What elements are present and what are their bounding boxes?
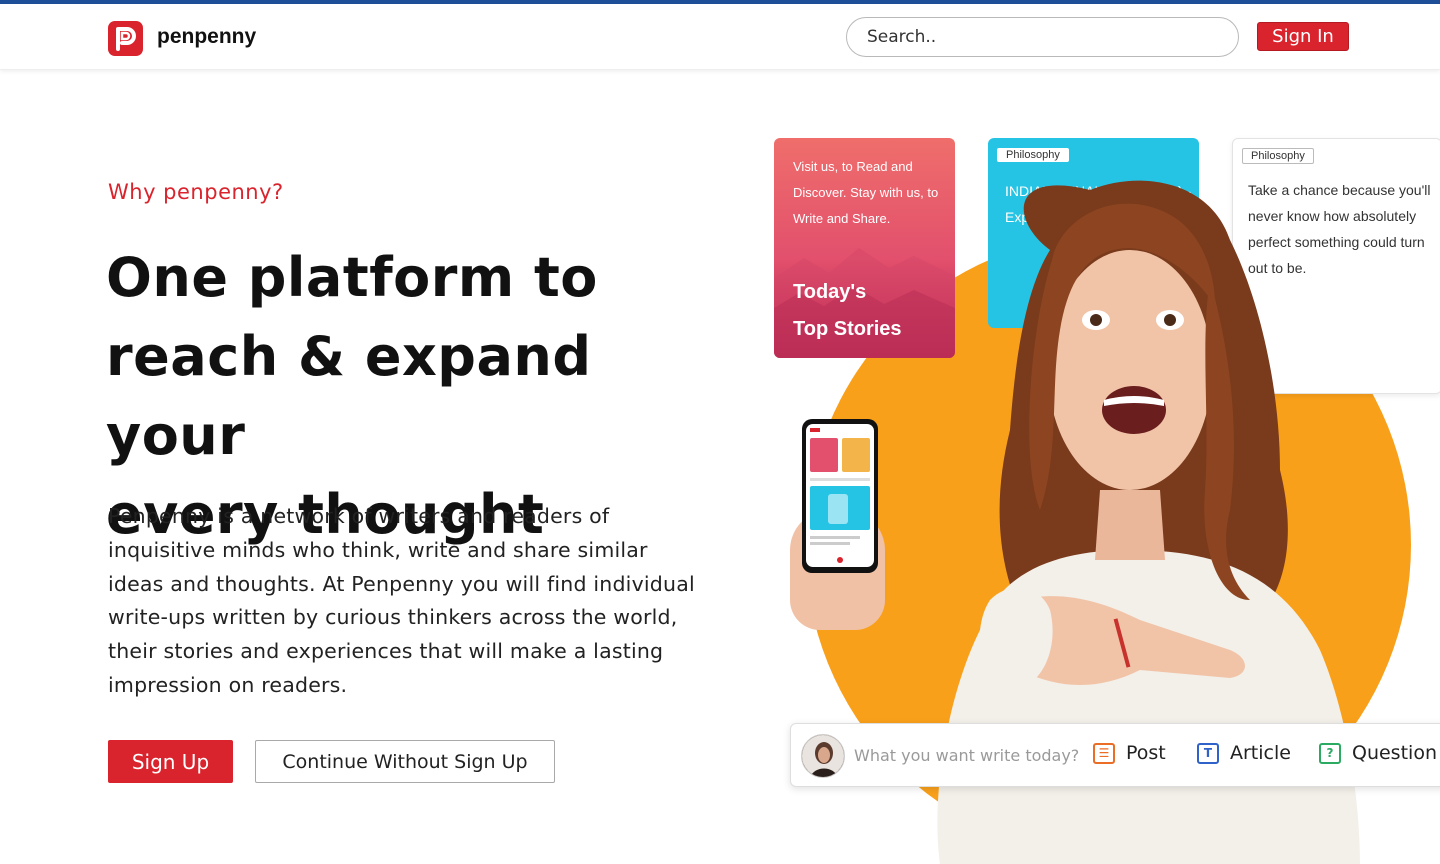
post-icon: ☰ [1093,742,1115,764]
brand-name[interactable]: penpenny [157,25,256,49]
question-icon: ? [1319,742,1341,764]
headline-line: reach & expand your [106,325,592,467]
sign-up-button[interactable]: Sign Up [108,740,233,783]
question-option[interactable]: ? Question [1319,742,1437,764]
phone-screen [806,424,874,567]
sign-in-button[interactable]: Sign In [1257,22,1349,51]
hero-description: Penpenny is a network of writers and rea… [108,504,695,697]
search-input[interactable] [846,17,1239,57]
article-icon: T [1197,742,1219,764]
section-eyebrow: Why penpenny? [108,180,284,204]
question-label: Question [1352,742,1437,764]
penpenny-logo-icon[interactable] [108,21,143,56]
site-header: penpenny Sign In [0,4,1440,70]
article-label: Article [1230,742,1291,764]
phone-mockup [802,419,878,573]
post-option[interactable]: ☰ Post [1093,742,1166,764]
post-label: Post [1126,742,1166,764]
post-composer[interactable]: What you want write today? ☰ Post T Arti… [790,723,1440,787]
article-option[interactable]: T Article [1197,742,1291,764]
composer-placeholder[interactable]: What you want write today? [854,746,1079,765]
user-avatar [801,734,845,778]
continue-without-signup-button[interactable]: Continue Without Sign Up [255,740,555,783]
headline-line: One platform to [106,246,598,309]
